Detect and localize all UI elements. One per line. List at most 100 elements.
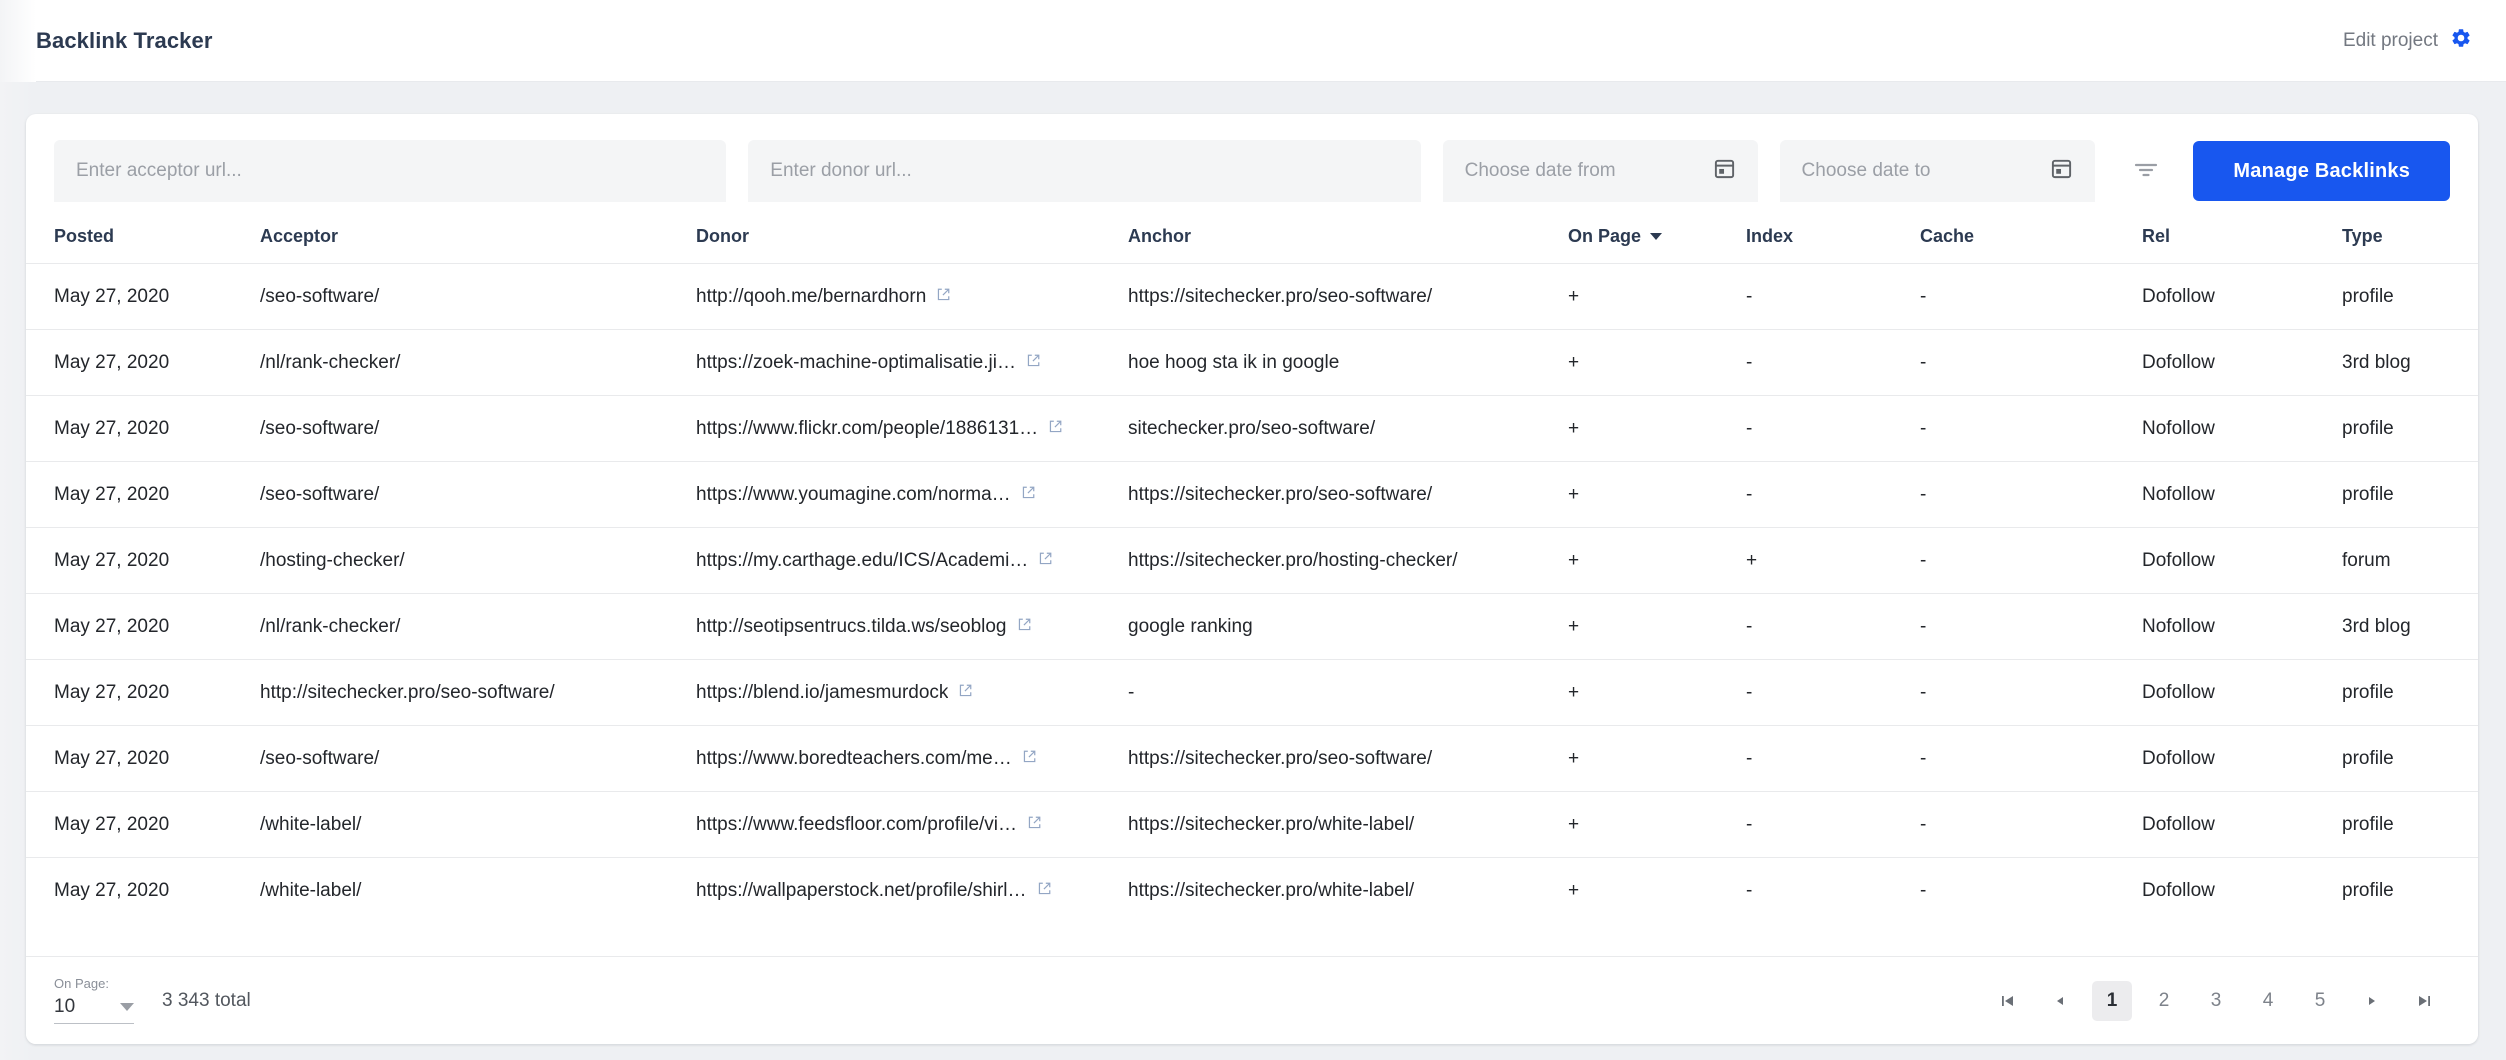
donor-url-text: https://www.feedsfloor.com/profile/vi… xyxy=(696,813,1018,835)
date-from-input[interactable]: Choose date from xyxy=(1442,140,1758,202)
donor-url-placeholder: Enter donor url... xyxy=(770,160,912,181)
donor-url-text: http://seotipsentrucs.tilda.ws/seoblog xyxy=(696,615,1007,637)
page-button-2[interactable]: 2 xyxy=(2144,981,2184,1021)
external-link-icon[interactable] xyxy=(1048,418,1063,440)
table-row[interactable]: May 27, 2020/seo-software/http://qooh.me… xyxy=(26,263,2478,330)
cell-cache: - xyxy=(1920,593,2142,660)
filter-icon[interactable] xyxy=(2132,158,2160,185)
page-button-5[interactable]: 5 xyxy=(2300,981,2340,1021)
cell-type: 3rd blog xyxy=(2342,593,2478,660)
cell-type: profile xyxy=(2342,725,2478,792)
page-button-1[interactable]: 1 xyxy=(2092,980,2132,1021)
column-header-posted[interactable]: Posted xyxy=(26,214,260,264)
cell-donor[interactable]: https://www.youmagine.com/norma… xyxy=(696,461,1128,528)
external-link-icon[interactable] xyxy=(1017,616,1032,638)
gear-icon[interactable] xyxy=(2450,27,2472,54)
cell-posted: May 27, 2020 xyxy=(26,857,260,924)
cell-donor[interactable]: http://qooh.me/bernardhorn xyxy=(696,263,1128,330)
calendar-icon[interactable] xyxy=(2050,157,2073,185)
edit-project-button[interactable]: Edit project xyxy=(2343,27,2472,54)
cell-donor[interactable]: https://zoek-machine-optimalisatie.ji… xyxy=(696,329,1128,396)
cell-cache: - xyxy=(1920,263,2142,330)
column-header-anchor[interactable]: Anchor xyxy=(1128,214,1568,264)
cell-donor[interactable]: https://www.flickr.com/people/1886131… xyxy=(696,395,1128,462)
date-to-input[interactable]: Choose date to xyxy=(1779,140,2095,202)
table-row[interactable]: May 27, 2020/white-label/https://wallpap… xyxy=(26,857,2478,924)
donor-url-text: https://blend.io/jamesmurdock xyxy=(696,681,949,703)
cell-type: profile xyxy=(2342,791,2478,858)
external-link-icon[interactable] xyxy=(1021,484,1036,506)
external-link-icon[interactable] xyxy=(1037,880,1052,902)
chevron-down-icon[interactable] xyxy=(120,1003,134,1011)
column-header-index[interactable]: Index xyxy=(1746,214,1920,264)
sort-descending-icon[interactable] xyxy=(1650,233,1663,240)
cell-posted: May 27, 2020 xyxy=(26,263,260,330)
cell-on-page: + xyxy=(1568,791,1746,858)
donor-url-text: https://www.boredteachers.com/me… xyxy=(696,747,1012,769)
table-row[interactable]: May 27, 2020/seo-software/https://www.fl… xyxy=(26,395,2478,462)
cell-donor[interactable]: https://www.boredteachers.com/me… xyxy=(696,725,1128,792)
column-header-acceptor[interactable]: Acceptor xyxy=(260,214,696,264)
cell-donor[interactable]: https://my.carthage.edu/ICS/Academi… xyxy=(696,527,1128,594)
external-link-icon[interactable] xyxy=(1022,748,1037,770)
cell-type: forum xyxy=(2342,527,2478,594)
cell-rel: Dofollow xyxy=(2142,791,2342,858)
cell-rel: Dofollow xyxy=(2142,263,2342,330)
calendar-icon[interactable] xyxy=(1713,157,1736,185)
cell-donor[interactable]: https://wallpaperstock.net/profile/shirl… xyxy=(696,857,1128,924)
cell-cache: - xyxy=(1920,395,2142,462)
next-page-icon[interactable] xyxy=(2352,981,2392,1021)
donor-url-input[interactable]: Enter donor url... xyxy=(748,140,1421,202)
table-row[interactable]: May 27, 2020/seo-software/https://www.bo… xyxy=(26,725,2478,792)
cell-index: - xyxy=(1746,791,1920,858)
external-link-icon[interactable] xyxy=(936,286,951,308)
cell-index: - xyxy=(1746,593,1920,660)
cell-on-page: + xyxy=(1568,593,1746,660)
external-link-icon[interactable] xyxy=(1038,550,1053,572)
cell-rel: Dofollow xyxy=(2142,527,2342,594)
cell-type: profile xyxy=(2342,395,2478,462)
filter-icon-button[interactable] xyxy=(2117,158,2176,185)
cell-rel: Dofollow xyxy=(2142,329,2342,396)
table-row[interactable]: May 27, 2020/hosting-checker/https://my.… xyxy=(26,527,2478,594)
rows-per-page-select[interactable]: On Page: 10 xyxy=(54,977,134,1024)
table-row[interactable]: May 27, 2020/white-label/https://www.fee… xyxy=(26,791,2478,858)
external-link-icon[interactable] xyxy=(1026,352,1041,374)
acceptor-url-input[interactable]: Enter acceptor url... xyxy=(54,140,727,202)
cell-anchor: https://sitechecker.pro/white-label/ xyxy=(1128,857,1568,924)
external-link-icon[interactable] xyxy=(1027,814,1042,836)
table-row[interactable]: May 27, 2020/nl/rank-checker/http://seot… xyxy=(26,593,2478,660)
table-footer: On Page: 10 3 343 total 12345 xyxy=(26,956,2478,1044)
cell-acceptor: /white-label/ xyxy=(260,791,696,858)
donor-url-text: https://my.carthage.edu/ICS/Academi… xyxy=(696,549,1029,571)
cell-posted: May 27, 2020 xyxy=(26,659,260,726)
cell-donor[interactable]: http://seotipsentrucs.tilda.ws/seoblog xyxy=(696,593,1128,660)
column-header-on-page[interactable]: On Page xyxy=(1568,214,1746,264)
cell-posted: May 27, 2020 xyxy=(26,461,260,528)
page-button-4[interactable]: 4 xyxy=(2248,981,2288,1021)
table-row[interactable]: May 27, 2020 http://sitechecker.pro/seo-s… xyxy=(26,659,2478,726)
table-row[interactable]: May 27, 2020/seo-software/https://www.yo… xyxy=(26,461,2478,528)
cell-rel: Dofollow xyxy=(2142,659,2342,726)
previous-page-icon[interactable] xyxy=(2040,981,2080,1021)
manage-backlinks-button[interactable]: Manage Backlinks xyxy=(2193,141,2451,201)
first-page-icon[interactable] xyxy=(1988,981,2028,1021)
cell-donor[interactable]: https://www.feedsfloor.com/profile/vi… xyxy=(696,791,1128,858)
column-header-rel[interactable]: Rel xyxy=(2142,214,2342,264)
column-header-donor[interactable]: Donor xyxy=(696,214,1128,264)
cell-index: - xyxy=(1746,263,1920,330)
rows-per-page-label: On Page: xyxy=(54,976,109,991)
external-link-icon[interactable] xyxy=(958,682,973,704)
cell-acceptor: /seo-software/ xyxy=(260,395,696,462)
last-page-icon[interactable] xyxy=(2404,981,2444,1021)
table-row[interactable]: May 27, 2020/nl/rank-checker/https://zoe… xyxy=(26,329,2478,396)
column-header-type[interactable]: Type xyxy=(2342,214,2478,264)
cell-type: profile xyxy=(2342,461,2478,528)
cell-posted: May 27, 2020 xyxy=(26,725,260,792)
cell-donor[interactable]: https://blend.io/jamesmurdock xyxy=(696,659,1128,726)
backlinks-table: Posted Acceptor Donor Anchor On Page Ind… xyxy=(26,214,2478,924)
cell-on-page: + xyxy=(1568,461,1746,528)
column-header-cache[interactable]: Cache xyxy=(1920,214,2142,264)
page-button-3[interactable]: 3 xyxy=(2196,981,2236,1021)
cell-index: - xyxy=(1746,857,1920,924)
